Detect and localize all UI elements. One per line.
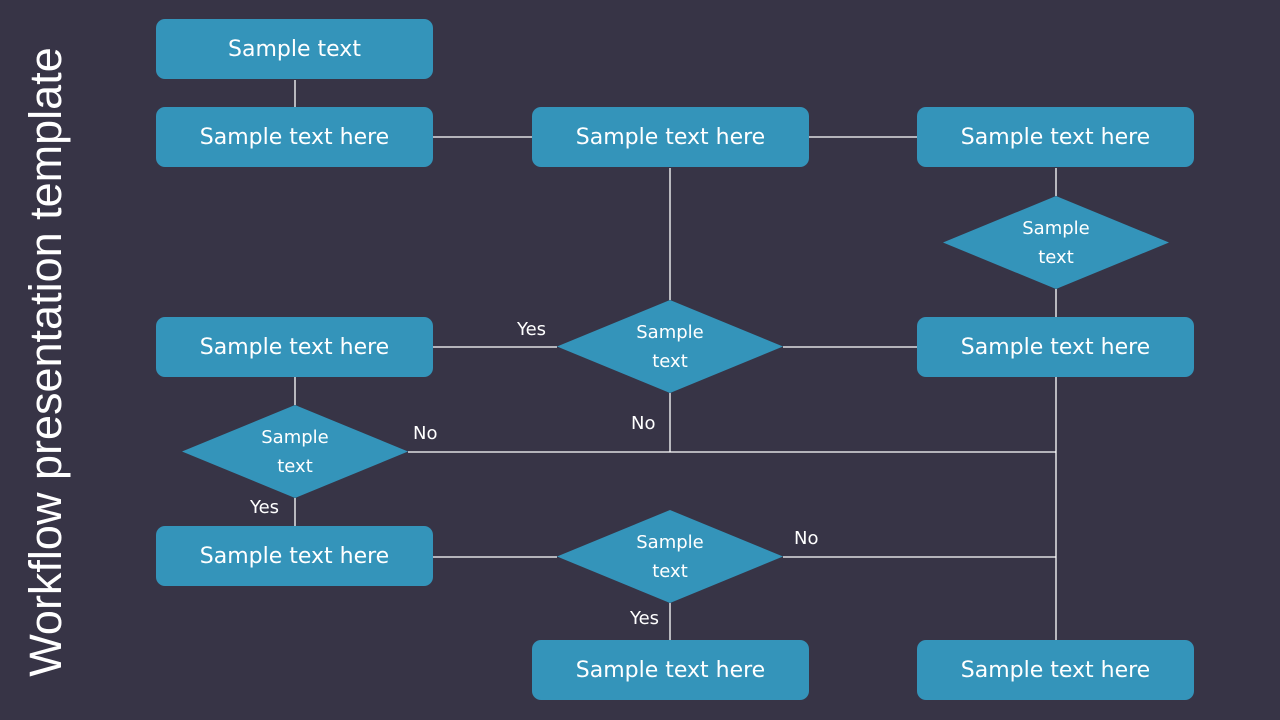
decision-text: text (1038, 246, 1074, 268)
decision-text: text (277, 455, 313, 477)
no-label: No (794, 528, 819, 549)
decision-text: Sample (636, 321, 704, 343)
decision-text: Sample (636, 531, 704, 553)
process-box-start[interactable]: Sample text (156, 19, 433, 79)
decision-text: text (652, 560, 688, 582)
decision-diamond[interactable]: Sample text (943, 196, 1169, 289)
process-box[interactable]: Sample text here (917, 317, 1194, 377)
process-box[interactable]: Sample text here (917, 107, 1194, 167)
decision-diamond[interactable]: Sample text (182, 405, 408, 498)
process-box[interactable]: Sample text here (156, 526, 433, 586)
yes-label: Yes (630, 608, 660, 629)
yes-label: Yes (517, 319, 547, 340)
process-box[interactable]: Sample text here (917, 640, 1194, 700)
decision-diamond[interactable]: Sample text (557, 510, 783, 603)
process-box[interactable]: Sample text here (532, 107, 809, 167)
process-box[interactable]: Sample text here (156, 107, 433, 167)
decision-text: Sample (261, 426, 329, 448)
no-label: No (413, 423, 438, 444)
yes-label: Yes (250, 497, 280, 518)
decision-text: text (652, 350, 688, 372)
process-box[interactable]: Sample text here (156, 317, 433, 377)
no-label: No (631, 413, 656, 434)
decision-diamond[interactable]: Sample text (557, 300, 783, 393)
process-box[interactable]: Sample text here (532, 640, 809, 700)
decision-text: Sample (1022, 217, 1090, 239)
